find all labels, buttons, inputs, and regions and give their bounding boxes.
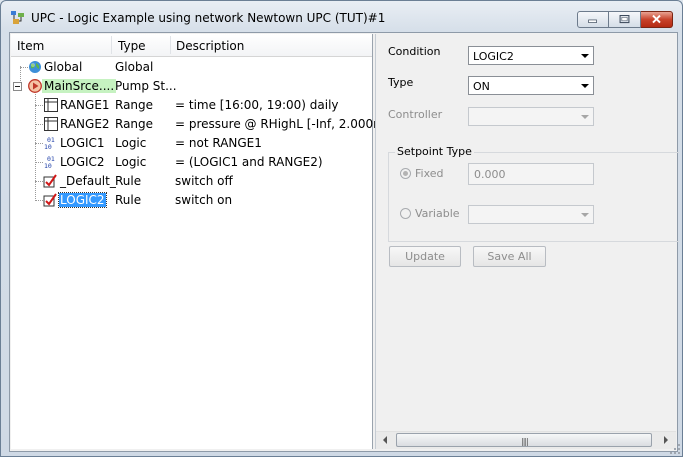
- dropdown-arrow-icon: [581, 213, 589, 217]
- scrollbar-thumb[interactable]: ||||: [396, 433, 652, 447]
- svg-text:10: 10: [44, 162, 52, 169]
- tree-item-type: Global: [115, 60, 154, 74]
- tree-item-type: Pump St...: [115, 79, 177, 93]
- tree-item-description: switch off: [175, 174, 233, 188]
- tree-header: Item Type Description: [11, 34, 372, 57]
- dropdown-arrow-icon: [581, 115, 589, 119]
- tree-item-name: LOGIC1: [60, 136, 105, 150]
- tree-item-name: MainSrce....: [42, 79, 117, 93]
- tree-list[interactable]: Item Type Description Global Global Main…: [11, 34, 389, 449]
- tree-item-type: Rule: [115, 193, 142, 207]
- tree-item-description: = time [16:00, 19:00) daily: [175, 98, 339, 112]
- tree-item-name: LOGIC2: [60, 155, 105, 169]
- range-grid-icon: [44, 117, 58, 131]
- scroll-left-icon[interactable]: [377, 432, 393, 448]
- save-all-button[interactable]: Save All: [473, 246, 546, 267]
- variable-dropdown[interactable]: [468, 205, 594, 224]
- client-area: Item Type Description Global Global Main…: [9, 32, 679, 452]
- window-title: UPC - Logic Example using network Newtow…: [31, 11, 386, 25]
- tree-row-default-rule[interactable]: _Default_ Rule switch off: [11, 172, 372, 191]
- fixed-value-field[interactable]: 0.000: [468, 163, 594, 185]
- tree-row-logic1[interactable]: 01 10 LOGIC1 Logic = not RANGE1: [11, 134, 372, 153]
- dropdown-arrow-icon: [581, 84, 589, 88]
- tree-item-type: Range: [115, 98, 154, 112]
- controller-label: Controller: [388, 108, 443, 121]
- tree-item-type: Range: [115, 117, 154, 131]
- close-button[interactable]: [641, 11, 673, 28]
- tree-item-type: Logic: [115, 155, 147, 169]
- fixed-radio[interactable]: [400, 168, 411, 179]
- column-header-item[interactable]: Item: [17, 39, 44, 53]
- column-divider[interactable]: [111, 36, 112, 54]
- condition-dropdown[interactable]: LOGIC2: [468, 46, 594, 65]
- minimize-button[interactable]: [577, 11, 609, 28]
- column-header-type[interactable]: Type: [118, 39, 146, 53]
- tree-item-description: switch on: [175, 193, 233, 207]
- type-value: ON: [473, 80, 490, 93]
- fixed-label: Fixed: [415, 167, 444, 180]
- tree-row-range1[interactable]: RANGE1 Range = time [16:00, 19:00) daily: [11, 96, 372, 115]
- title-bar[interactable]: UPC - Logic Example using network Newtow…: [1, 1, 682, 31]
- logic-binary-icon: 01 10: [44, 155, 55, 169]
- tree-item-name: RANGE2: [60, 117, 110, 131]
- tree-item-description: = not RANGE1: [175, 136, 262, 150]
- range-grid-icon: [44, 98, 58, 112]
- type-dropdown[interactable]: ON: [468, 76, 594, 95]
- tree-row-mainsrce[interactable]: MainSrce.... Pump St...: [11, 77, 372, 96]
- globe-icon: [29, 61, 41, 73]
- type-label: Type: [388, 76, 414, 89]
- tree-item-type: Rule: [115, 174, 142, 188]
- condition-value: LOGIC2: [473, 50, 514, 63]
- condition-label: Condition: [388, 45, 441, 58]
- rule-editor-panel: Condition LOGIC2 Type ON Controller Setp…: [375, 34, 679, 449]
- update-button[interactable]: Update: [389, 246, 461, 267]
- tree-item-description: = (LOGIC1 and RANGE2): [175, 155, 323, 169]
- tree-row-range2[interactable]: RANGE2 Range = pressure @ RHighL [-Inf, …: [11, 115, 389, 134]
- scrollbar-grip: ||||: [521, 437, 529, 446]
- app-icon: [11, 11, 24, 24]
- collapse-icon[interactable]: [13, 82, 22, 91]
- fixed-value: 0.000: [474, 168, 506, 181]
- resize-grip-icon[interactable]: [667, 441, 681, 455]
- tree-item-name: Global: [44, 60, 83, 74]
- tree-row-logic2[interactable]: 01 10 LOGIC2 Logic = (LOGIC1 and RANGE2): [11, 153, 372, 172]
- app-window: UPC - Logic Example using network Newtow…: [0, 0, 683, 457]
- restore-icon: [619, 15, 630, 24]
- maximize-button[interactable]: [609, 11, 641, 28]
- tree-item-description: = pressure @ RHighL [-Inf, 2.000m): [175, 117, 390, 131]
- variable-label: Variable: [415, 207, 460, 220]
- column-header-description[interactable]: Description: [176, 39, 244, 53]
- close-icon: [652, 14, 661, 24]
- horizontal-scrollbar[interactable]: ||||: [376, 431, 676, 449]
- dropdown-arrow-icon: [581, 54, 589, 58]
- svg-text:10: 10: [44, 143, 52, 150]
- minimize-icon: [588, 19, 597, 23]
- tree-row-logic2-rule[interactable]: LOGIC2 Rule switch on: [11, 191, 372, 210]
- variable-radio[interactable]: [400, 208, 411, 219]
- pump-station-icon: [28, 79, 42, 93]
- rule-check-icon: [43, 193, 57, 207]
- controller-dropdown[interactable]: [468, 107, 594, 126]
- tree-item-name: _Default_: [60, 174, 116, 188]
- logic-binary-icon: 01 10: [44, 136, 55, 150]
- column-divider[interactable]: [170, 36, 171, 54]
- tree-item-type: Logic: [115, 136, 147, 150]
- tree-item-name: LOGIC2: [58, 192, 107, 208]
- rule-check-icon: [43, 174, 57, 188]
- setpoint-type-legend: Setpoint Type: [395, 145, 474, 158]
- tree-row-global[interactable]: Global Global: [11, 58, 372, 77]
- tree-item-name: RANGE1: [60, 98, 110, 112]
